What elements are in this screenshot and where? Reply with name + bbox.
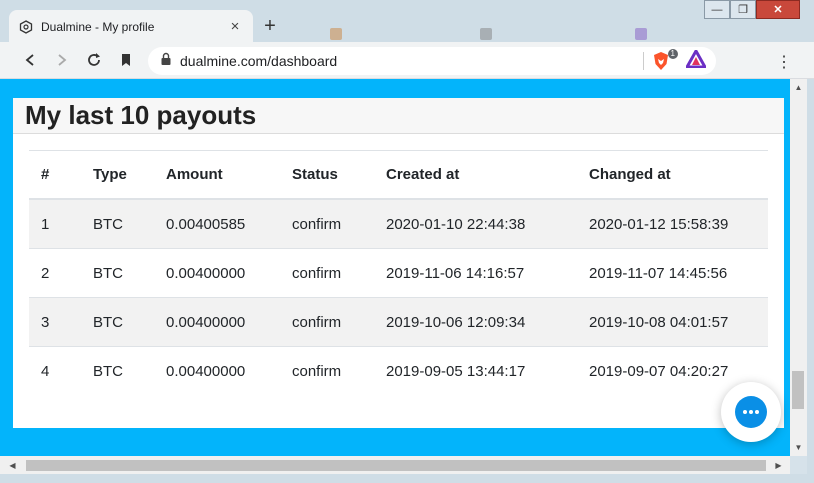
column-header-status: Status [280,150,374,200]
browser-menu-icon[interactable]: ⋮ [776,52,792,71]
close-window-button[interactable]: ✕ [756,0,800,19]
cell-amount: 0.00400000 [154,346,280,395]
tab-title: Dualmine - My profile [41,19,155,34]
browser-tab-active[interactable]: Dualmine - My profile × [9,10,253,43]
column-header-changed-at: Changed at [577,150,768,200]
window-controls: — ❐ ✕ [704,0,800,20]
payouts-table: # Type Amount Status Created at Changed … [29,150,768,395]
card-header: My last 10 payouts [13,98,784,134]
cell-status: confirm [280,198,374,249]
back-icon[interactable] [20,50,40,70]
scroll-left-icon[interactable]: ◀ [4,457,21,474]
table-row: 2 BTC 0.00400000 confirm 2019-11-06 14:1… [29,248,768,298]
restore-button[interactable]: ❐ [730,0,756,19]
minimize-button[interactable]: — [704,0,730,19]
horizontal-scrollbar[interactable]: ◀ ▶ [0,456,790,474]
background-tab[interactable] [330,28,342,40]
address-divider [643,52,644,70]
shield-count-badge: 1 [667,49,678,59]
brave-rewards-icon[interactable] [684,47,708,73]
table-header-row: # Type Amount Status Created at Changed … [29,150,768,200]
cell-type: BTC [81,248,154,298]
cell-type: BTC [81,198,154,249]
browser-toolbar: dualmine.com/dashboard 1 [0,42,814,79]
cell-number: 2 [29,248,81,298]
bookmark-icon[interactable] [116,50,136,70]
window-frame-bottom [0,474,814,483]
horizontal-scroll-thumb[interactable] [26,460,766,471]
cell-created-at: 2019-11-06 14:16:57 [374,248,577,298]
title-bar: Dualmine - My profile × + — ❐ ✕ [0,0,814,43]
payouts-table-wrapper: # Type Amount Status Created at Changed … [29,150,768,395]
payouts-card: My last 10 payouts # Type Amount Status … [13,98,784,428]
lock-icon [160,52,172,71]
chat-icon [735,396,767,428]
cell-amount: 0.00400000 [154,297,280,347]
column-header-type: Type [81,150,154,200]
table-row: 3 BTC 0.00400000 confirm 2019-10-06 12:0… [29,297,768,347]
cell-status: confirm [280,297,374,347]
address-bar[interactable]: dualmine.com/dashboard 1 [148,47,716,75]
tab-close-icon[interactable]: × [227,18,243,35]
vertical-scrollbar[interactable]: ▲ ▼ [790,79,807,456]
cell-status: confirm [280,346,374,395]
page-viewport: My last 10 payouts # Type Amount Status … [0,79,790,456]
vertical-scroll-thumb[interactable] [792,371,804,409]
cell-number: 4 [29,346,81,395]
scroll-up-icon[interactable]: ▲ [790,79,807,96]
forward-icon[interactable] [52,50,72,70]
column-header-amount: Amount [154,150,280,200]
cell-created-at: 2019-10-06 12:09:34 [374,297,577,347]
column-header-created-at: Created at [374,150,577,200]
cell-status: confirm [280,248,374,298]
table-row: 4 BTC 0.00400000 confirm 2019-09-05 13:4… [29,346,768,395]
table-row: 1 BTC 0.00400585 confirm 2020-01-10 22:4… [29,198,768,249]
column-header-number: # [29,150,81,200]
cell-type: BTC [81,297,154,347]
cell-number: 3 [29,297,81,347]
background-tab[interactable] [480,28,492,40]
scroll-right-icon[interactable]: ▶ [770,457,787,474]
cell-changed-at: 2019-10-08 04:01:57 [577,297,768,347]
chat-widget-button[interactable] [721,382,781,442]
scroll-down-icon[interactable]: ▼ [790,439,807,456]
cell-created-at: 2020-01-10 22:44:38 [374,198,577,249]
cell-amount: 0.00400000 [154,248,280,298]
new-tab-button[interactable]: + [259,16,281,38]
page-title: My last 10 payouts [25,100,257,130]
cell-amount: 0.00400585 [154,198,280,249]
brave-shield-icon[interactable]: 1 [652,49,678,71]
cell-changed-at: 2019-11-07 14:45:56 [577,248,768,298]
background-tab[interactable] [635,28,647,40]
cell-type: BTC [81,346,154,395]
window-frame-right [807,79,814,474]
url-text[interactable]: dualmine.com/dashboard [180,53,643,69]
background-tabs [290,28,690,40]
cell-number: 1 [29,198,81,249]
cell-changed-at: 2020-01-12 15:58:39 [577,198,768,249]
reload-icon[interactable] [84,50,104,70]
hexagon-favicon-icon [19,19,33,34]
cell-created-at: 2019-09-05 13:44:17 [374,346,577,395]
